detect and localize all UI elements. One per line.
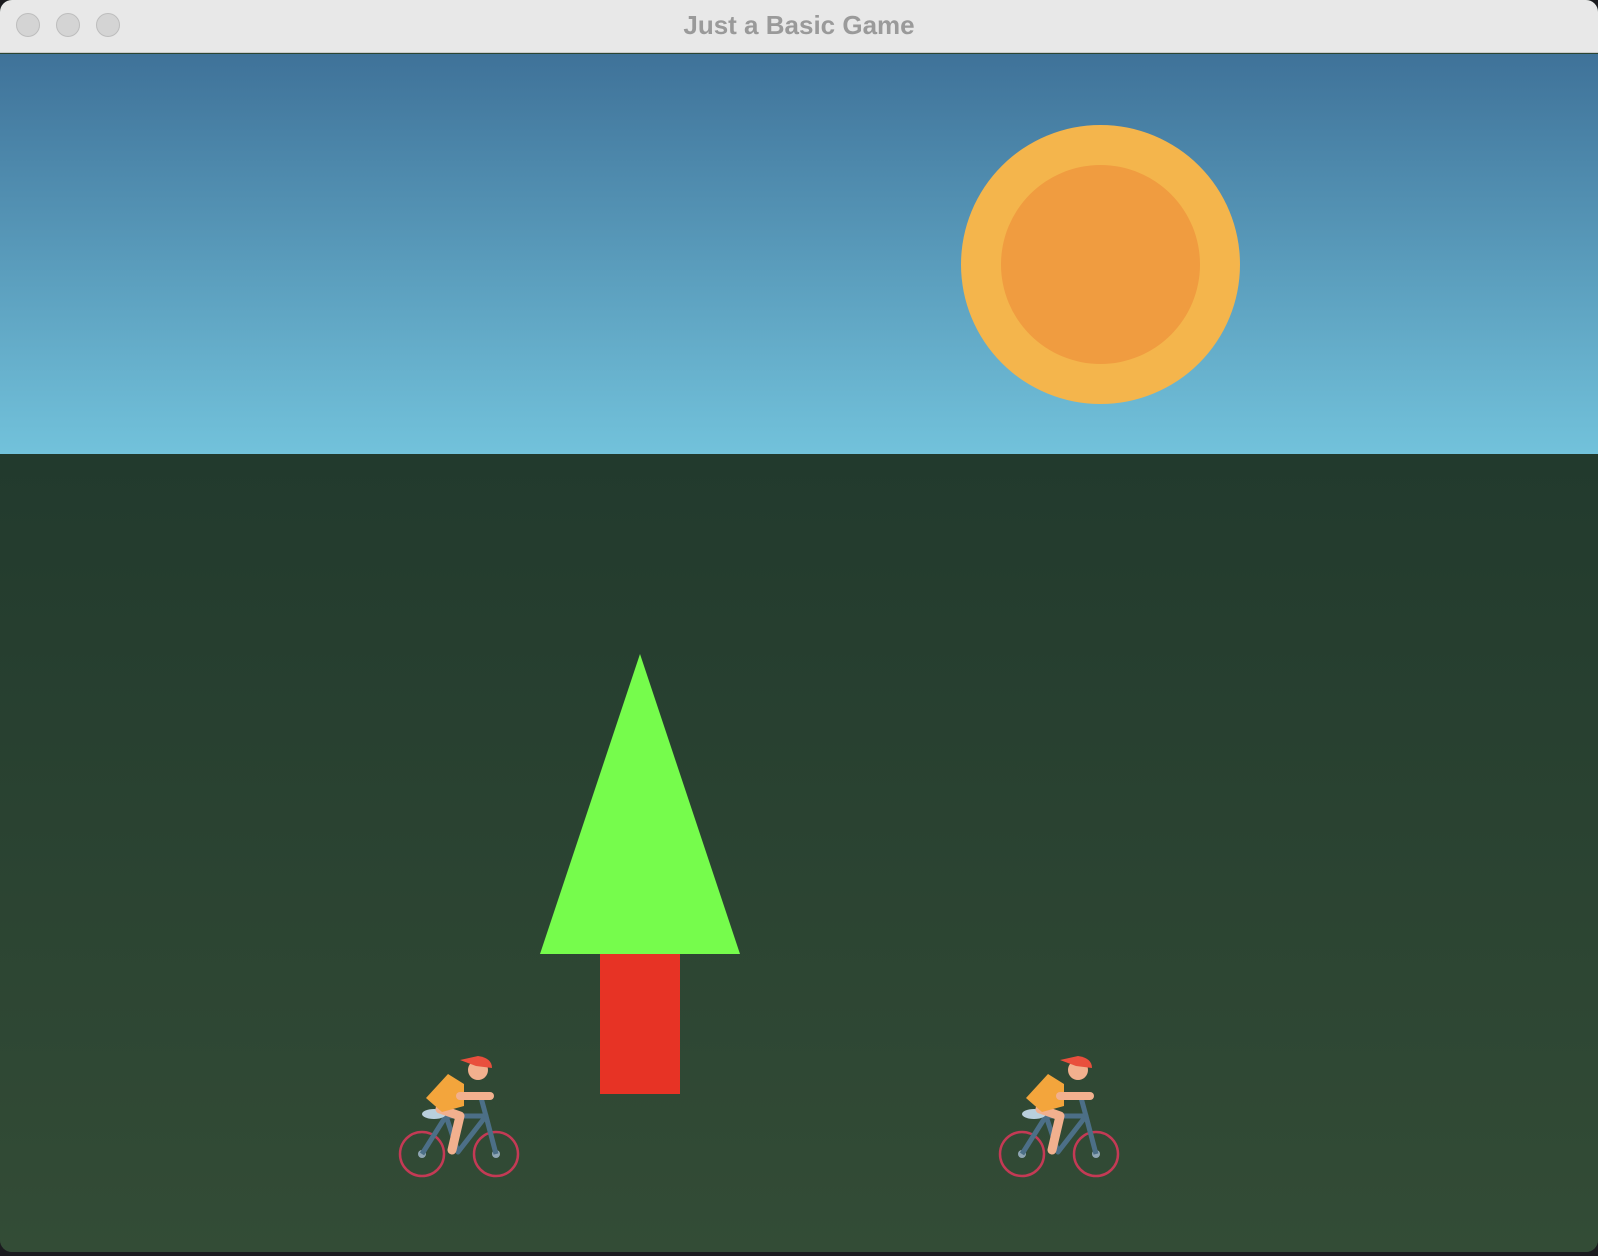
cyclist-icon <box>398 1056 520 1178</box>
cyclist-icon <box>998 1056 1120 1178</box>
tree-foliage <box>540 654 740 954</box>
window-title: Just a Basic Game <box>683 10 915 40</box>
game-canvas[interactable] <box>0 54 1598 1252</box>
sky <box>0 54 1598 454</box>
tree-trunk <box>600 954 680 1094</box>
sun-core <box>1001 165 1200 364</box>
ground <box>0 454 1598 1252</box>
tree <box>540 654 740 1094</box>
title-bar[interactable]: Just a Basic Game <box>0 0 1598 53</box>
game-window: Just a Basic Game <box>0 0 1598 1252</box>
